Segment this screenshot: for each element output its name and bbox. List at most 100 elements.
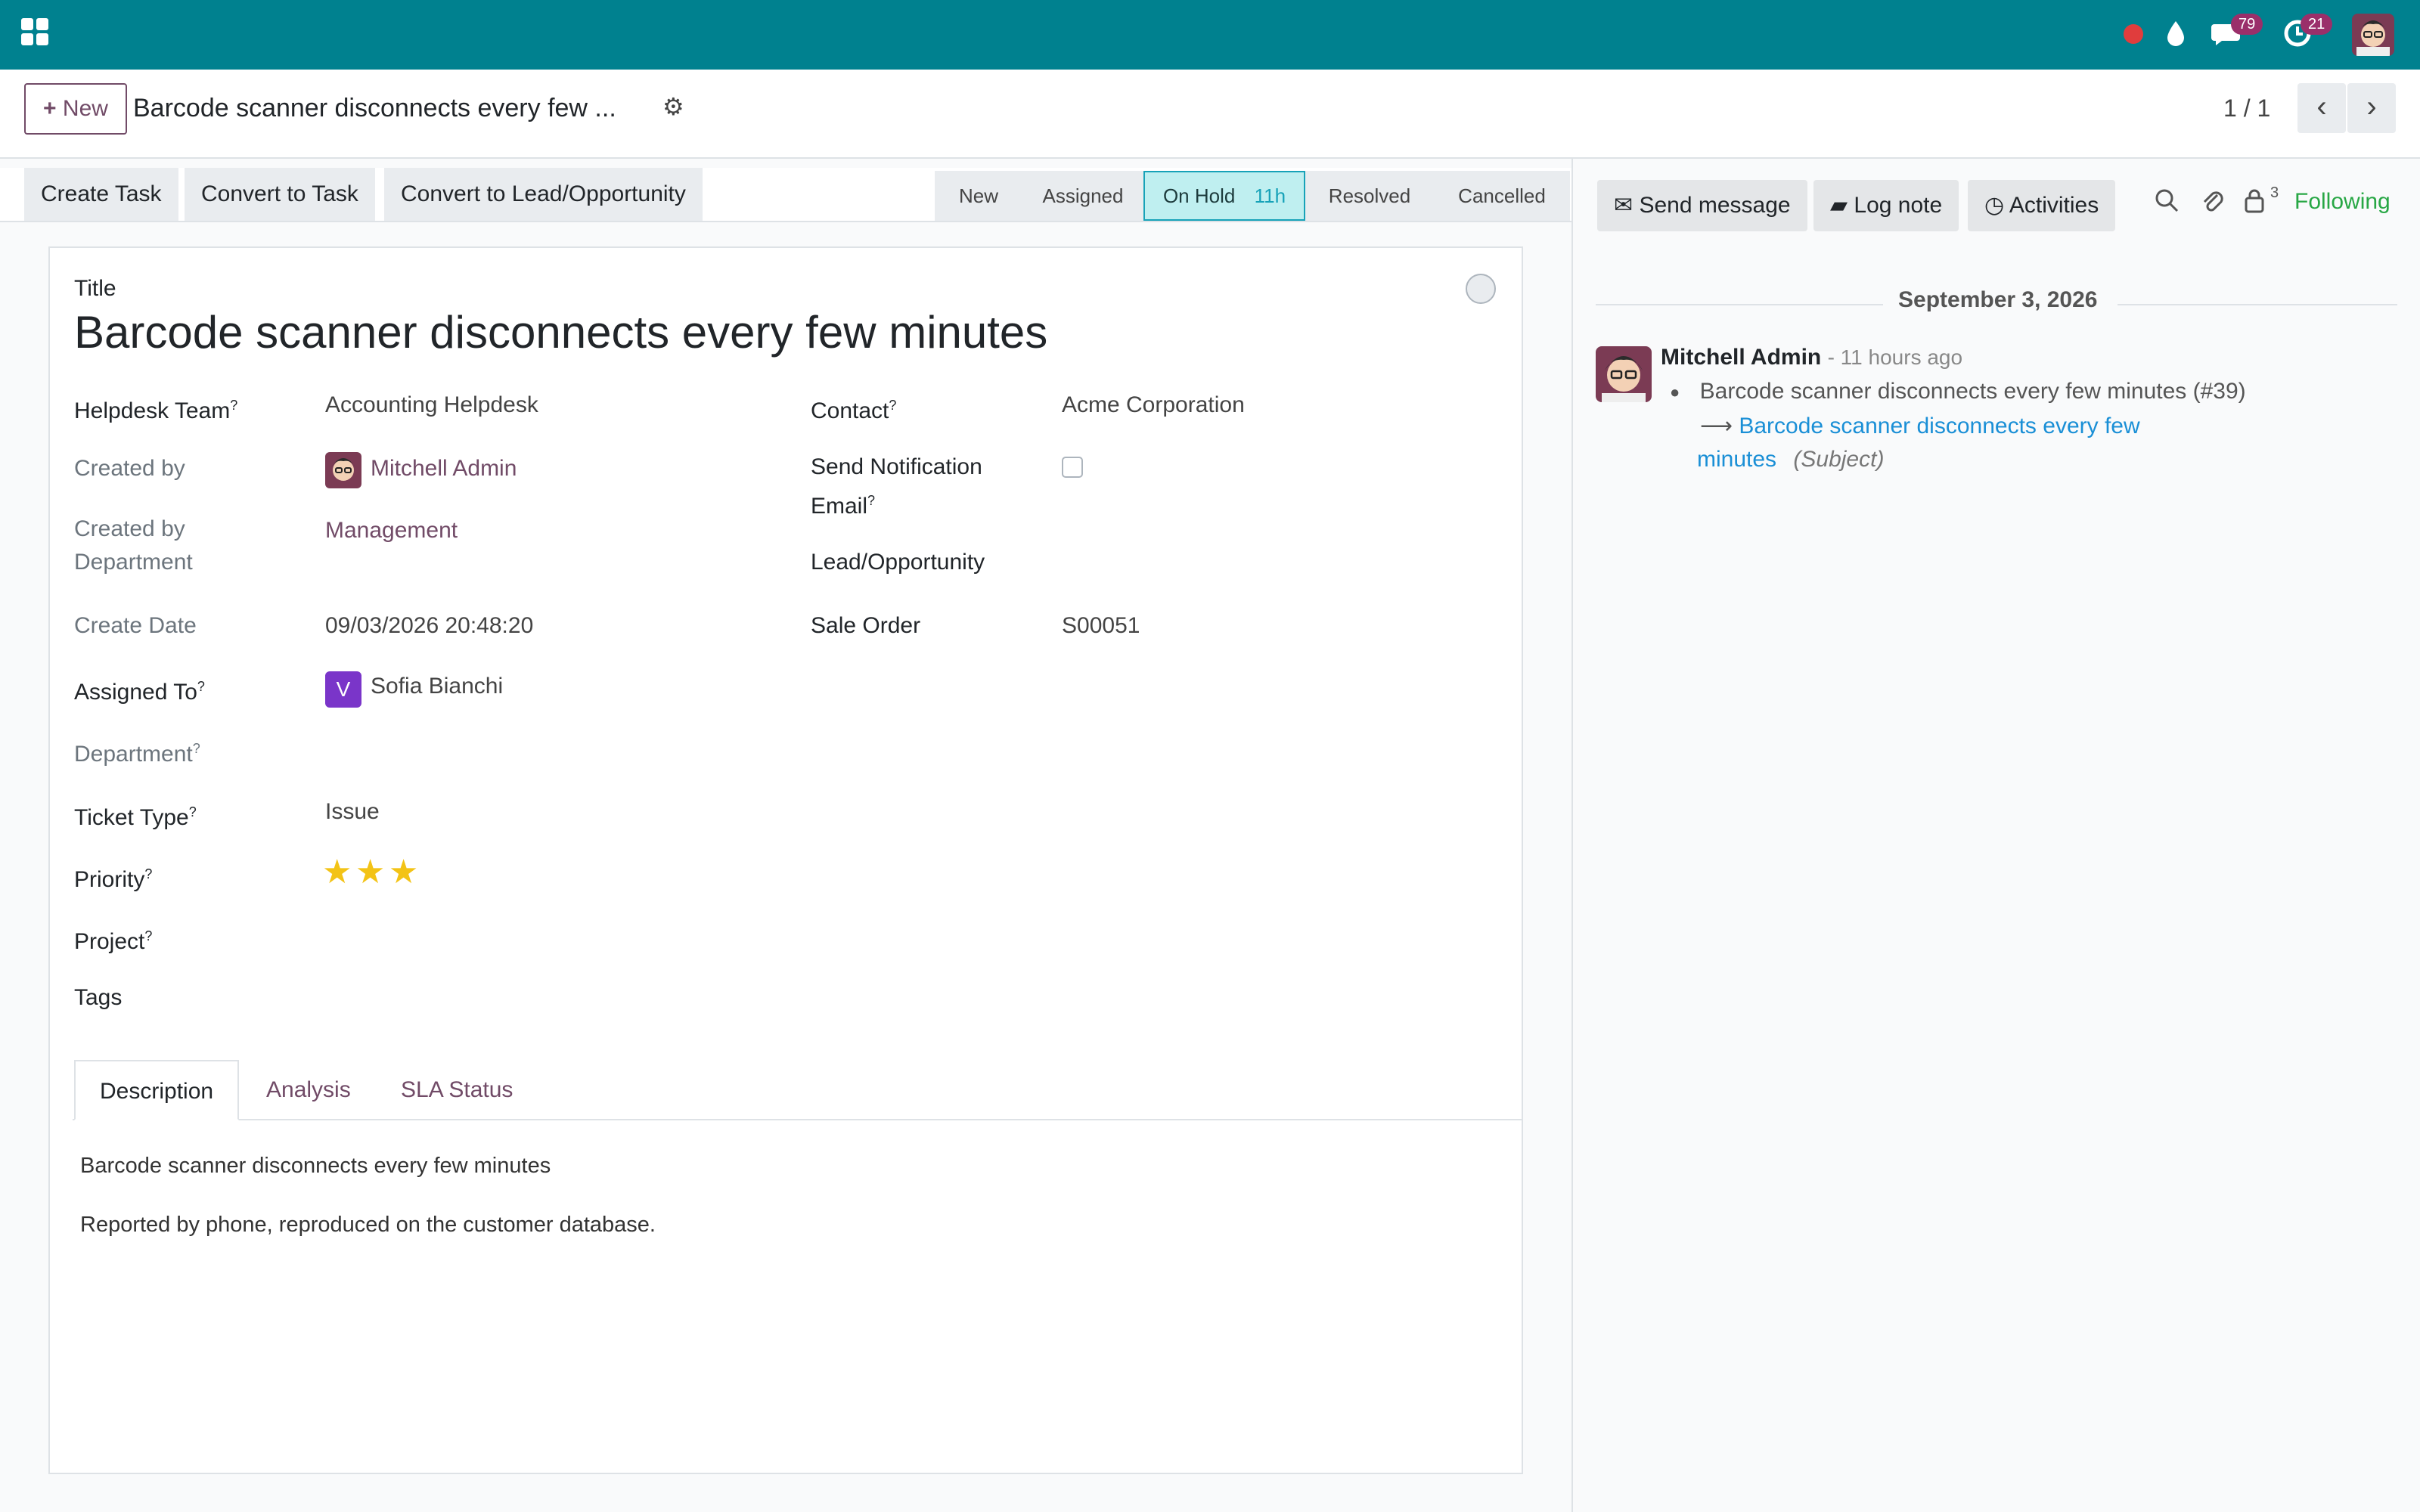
old-value-text: Barcode scanner disconnects every few mi… — [1699, 379, 2246, 404]
log-note-button[interactable]: ▰ Log note — [1813, 180, 1959, 231]
lock-followers-icon[interactable] — [2243, 187, 2266, 219]
created-by-department-label-2: Department — [74, 550, 193, 575]
tab-description[interactable]: Description — [74, 1060, 240, 1120]
new-button[interactable]: + New — [24, 83, 127, 135]
sale-order-label: Sale Order — [811, 613, 921, 638]
create-date-value: 09/03/2026 20:48:20 — [325, 613, 534, 638]
helpdesk-team-label: Helpdesk Team? — [74, 389, 237, 428]
recording-icon[interactable] — [2124, 24, 2143, 44]
title-label: Title — [74, 276, 116, 301]
stage-assigned[interactable]: Assigned — [1022, 171, 1143, 221]
bullet-icon: ● — [1670, 383, 1680, 402]
contact-value[interactable]: Acme Corporation — [1062, 389, 1245, 422]
tooltip-mark[interactable]: ? — [867, 493, 875, 508]
tracking-field-name: (Subject) — [1793, 447, 1885, 472]
clock-icon: ◷ — [1984, 193, 2005, 218]
pager-previous-button[interactable]: ‹ — [2297, 83, 2346, 133]
department-label: Department? — [74, 732, 200, 771]
activities-label: Activities — [2009, 193, 2099, 218]
assigned-to-value[interactable]: Sofia Bianchi — [371, 670, 503, 703]
send-notification-checkbox[interactable] — [1062, 457, 1083, 478]
drop-icon[interactable] — [2164, 18, 2187, 57]
send-notification-label: Send Notification — [811, 454, 982, 479]
activities-button[interactable]: ◷ Activities — [1968, 180, 2116, 231]
priority-label: Priority? — [74, 857, 152, 897]
chevron-right-icon: › — [2366, 90, 2377, 123]
envelope-icon: ✉ — [1614, 193, 1634, 218]
send-message-button[interactable]: ✉ Send message — [1597, 180, 1807, 231]
priority-stars[interactable]: ★ ★ ★ — [322, 856, 418, 889]
ticket-type-value[interactable]: Issue — [325, 795, 380, 829]
date-label: September 3, 2026 — [1898, 287, 2098, 312]
stage-duration: 11h — [1254, 184, 1286, 207]
stage-label: On Hold — [1162, 184, 1236, 207]
note-icon: ▰ — [1830, 193, 1848, 218]
activities-badge: 21 — [2301, 14, 2333, 35]
log-note-label: Log note — [1854, 193, 1943, 218]
star-icon[interactable]: ★ — [389, 854, 418, 891]
pager-value[interactable]: 1 / 1 — [2223, 89, 2270, 127]
gear-icon[interactable]: ⚙ — [662, 92, 684, 121]
helpdesk-team-value[interactable]: Accounting Helpdesk — [325, 389, 538, 422]
tracking-old-value: ● Barcode scanner disconnects every few … — [1670, 375, 2246, 409]
following-button[interactable]: Following — [2294, 189, 2391, 215]
plus-icon: + — [43, 96, 57, 121]
sale-order-value[interactable]: S00051 — [1062, 609, 1140, 643]
pager-next-button[interactable]: › — [2347, 83, 2396, 133]
send-message-label: Send message — [1639, 193, 1791, 218]
tooltip-mark[interactable]: ? — [144, 928, 152, 943]
tooltip-mark[interactable]: ? — [193, 741, 200, 756]
message-time: - 11 hours ago — [1827, 345, 1963, 369]
arrow-right-icon: ⟶ — [1700, 414, 1733, 438]
paperclip-icon[interactable] — [2201, 187, 2223, 221]
apps-menu-icon[interactable] — [21, 18, 51, 48]
created-by-department-value[interactable]: Management — [325, 514, 458, 547]
tab-analysis[interactable]: Analysis — [242, 1060, 375, 1120]
label-text: Helpdesk Team — [74, 398, 231, 423]
new-value-text-cont: minutes — [1697, 447, 1777, 472]
kanban-state-button[interactable] — [1466, 274, 1496, 304]
lead-opportunity-label: Lead/Opportunity — [811, 550, 985, 575]
star-icon[interactable]: ★ — [355, 854, 385, 891]
project-label: Project? — [74, 919, 152, 959]
star-icon[interactable]: ★ — [322, 854, 352, 891]
convert-to-task-button[interactable]: Convert to Task — [185, 168, 375, 221]
creator-avatar — [325, 452, 361, 488]
chevron-left-icon: ‹ — [2316, 90, 2327, 123]
label-text: Contact — [811, 398, 889, 423]
label-text: Assigned To — [74, 680, 197, 705]
stage-new[interactable]: New — [935, 171, 1022, 221]
contact-label: Contact? — [811, 389, 896, 428]
messages-badge: 79 — [2231, 14, 2263, 35]
message-author-avatar[interactable] — [1596, 346, 1652, 402]
description-line-1[interactable]: Barcode scanner disconnects every few mi… — [80, 1149, 551, 1182]
convert-to-lead-button[interactable]: Convert to Lead/Opportunity — [384, 168, 703, 221]
new-value-text: Barcode scanner disconnects every few — [1739, 414, 2140, 438]
tooltip-mark[interactable]: ? — [889, 398, 896, 413]
user-avatar[interactable] — [2352, 14, 2394, 56]
assigned-to-label: Assigned To? — [74, 670, 205, 709]
message-author[interactable]: Mitchell Admin — [1661, 345, 1821, 370]
assignee-avatar: V — [325, 671, 361, 708]
created-by-value[interactable]: Mitchell Admin — [371, 452, 517, 485]
stage-cancelled[interactable]: Cancelled — [1434, 171, 1570, 221]
tooltip-mark[interactable]: ? — [197, 679, 205, 694]
create-task-button[interactable]: Create Task — [24, 168, 178, 221]
tooltip-mark[interactable]: ? — [230, 398, 237, 413]
description-line-2[interactable]: Reported by phone, reproduced on the cus… — [80, 1208, 656, 1241]
ticket-title[interactable]: Barcode scanner disconnects every few mi… — [74, 302, 1047, 363]
stage-resolved[interactable]: Resolved — [1305, 171, 1434, 221]
tracking-new-value-cont: minutes (Subject) — [1697, 443, 1884, 476]
tooltip-mark[interactable]: ? — [144, 866, 152, 881]
tags-label: Tags — [74, 985, 123, 1010]
label-text: Department — [74, 742, 193, 767]
new-button-label: New — [62, 96, 108, 121]
create-date-label: Create Date — [74, 613, 197, 638]
tab-sla-status[interactable]: SLA Status — [377, 1060, 537, 1120]
tooltip-mark[interactable]: ? — [189, 804, 197, 820]
created-by-department-label: Created by — [74, 516, 185, 541]
label-text: Project — [74, 929, 145, 954]
label-text: Email — [811, 494, 868, 519]
stage-on-hold[interactable]: On Hold 11h — [1143, 171, 1305, 221]
search-icon[interactable] — [2154, 187, 2180, 219]
